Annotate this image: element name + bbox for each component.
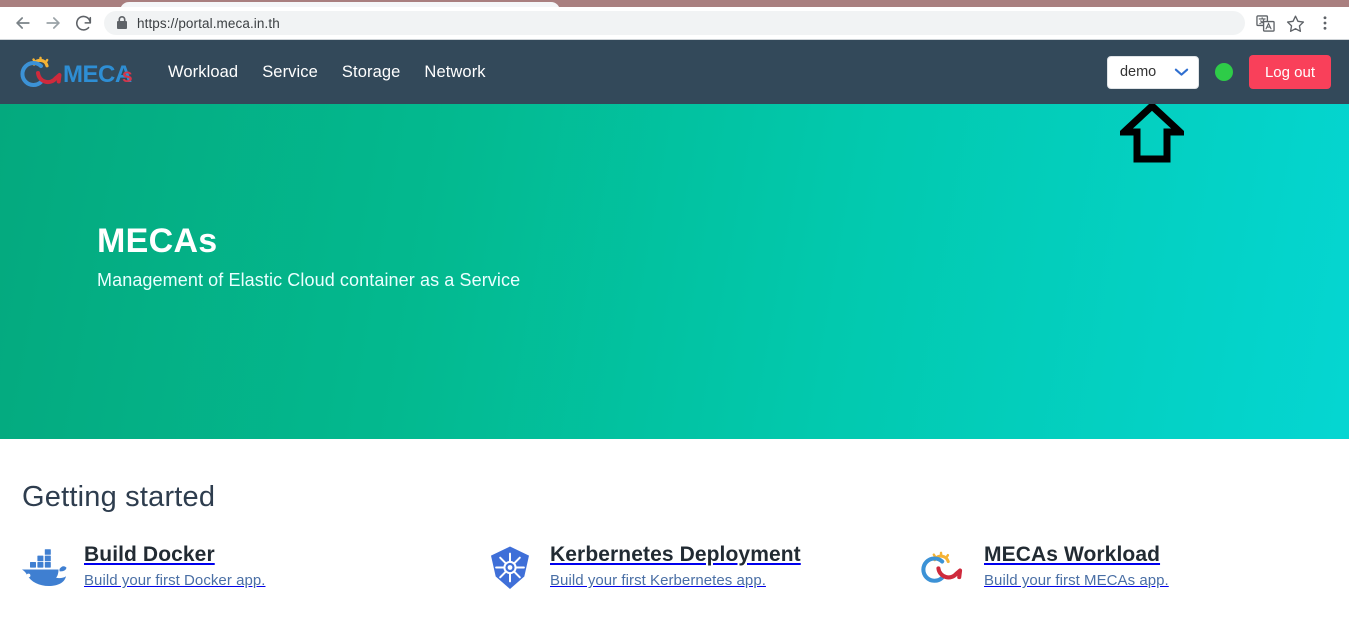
reload-button[interactable] <box>68 8 98 38</box>
docker-whale-icon <box>18 546 70 590</box>
hero-subtitle: Management of Elastic Cloud container as… <box>97 270 521 291</box>
card-mecas-workload[interactable]: MECAs Workload Build your first MECAs ap… <box>898 542 1338 590</box>
card-text-group: Kerbernetes Deployment Build your first … <box>550 542 801 589</box>
mecas-cloud-logo-icon: MECA s <box>20 56 132 88</box>
nav-item-service[interactable]: Service <box>250 57 330 88</box>
nav-item-storage[interactable]: Storage <box>330 57 413 88</box>
browser-window: https://portal.meca.in.th MECA s Workloa… <box>0 0 1349 643</box>
navbar-right-group: demo Log out <box>1106 55 1331 89</box>
nav-item-network[interactable]: Network <box>412 57 497 88</box>
logout-button[interactable]: Log out <box>1248 55 1331 89</box>
primary-nav: Workload Service Storage Network <box>156 57 498 88</box>
hero-text-group: MECAs Management of Elastic Cloud contai… <box>97 222 521 291</box>
up-arrow-annotation-icon <box>1120 104 1184 163</box>
card-description: Build your first Docker app. <box>84 572 266 590</box>
card-text-group: Build Docker Build your first Docker app… <box>84 542 265 589</box>
card-title: Build Docker <box>84 543 215 566</box>
mecas-cloud-logo-icon <box>918 546 970 590</box>
card-description: Build your first MECAs app. <box>984 572 1169 590</box>
toolbar-icons <box>1251 9 1339 37</box>
status-dot <box>1214 63 1233 81</box>
page-title: Getting started <box>22 481 216 513</box>
card-kubernetes-deployment[interactable]: Kerbernetes Deployment Build your first … <box>458 542 898 590</box>
card-title: Kerbernetes Deployment <box>550 543 801 566</box>
address-bar[interactable]: https://portal.meca.in.th <box>104 11 1245 35</box>
translate-icon[interactable] <box>1251 9 1279 37</box>
tenant-dropdown-value: demo <box>1119 64 1157 80</box>
hero-banner: MECAs Management of Elastic Cloud contai… <box>0 104 1349 439</box>
hero-title: MECAs <box>97 222 218 260</box>
card-description: Build your first Kerbernetes app. <box>550 572 766 590</box>
three-dot-menu-icon[interactable] <box>1311 9 1339 37</box>
getting-started-section: Getting started Build Docker Build your … <box>0 439 1349 590</box>
card-text-group: MECAs Workload Build your first MECAs ap… <box>984 542 1169 589</box>
kubernetes-helm-icon <box>484 546 536 590</box>
card-title: MECAs Workload <box>984 543 1161 566</box>
browser-toolbar: https://portal.meca.in.th <box>0 7 1349 40</box>
card-build-docker[interactable]: Build Docker Build your first Docker app… <box>18 542 458 590</box>
back-button[interactable] <box>8 8 38 38</box>
tenant-dropdown[interactable]: demo <box>1106 55 1199 89</box>
svg-text:s: s <box>122 66 132 87</box>
brand-logo[interactable]: MECA s <box>14 52 132 92</box>
star-icon[interactable] <box>1281 9 1309 37</box>
chevron-down-icon <box>1174 67 1189 77</box>
app-navbar: MECA s Workload Service Storage Network … <box>0 40 1349 104</box>
browser-tab-strip <box>0 0 1349 7</box>
forward-button[interactable] <box>38 8 68 38</box>
nav-item-workload[interactable]: Workload <box>156 57 250 88</box>
lock-icon <box>116 16 128 30</box>
getting-started-cards: Build Docker Build your first Docker app… <box>0 542 1349 590</box>
address-bar-url: https://portal.meca.in.th <box>137 15 280 31</box>
